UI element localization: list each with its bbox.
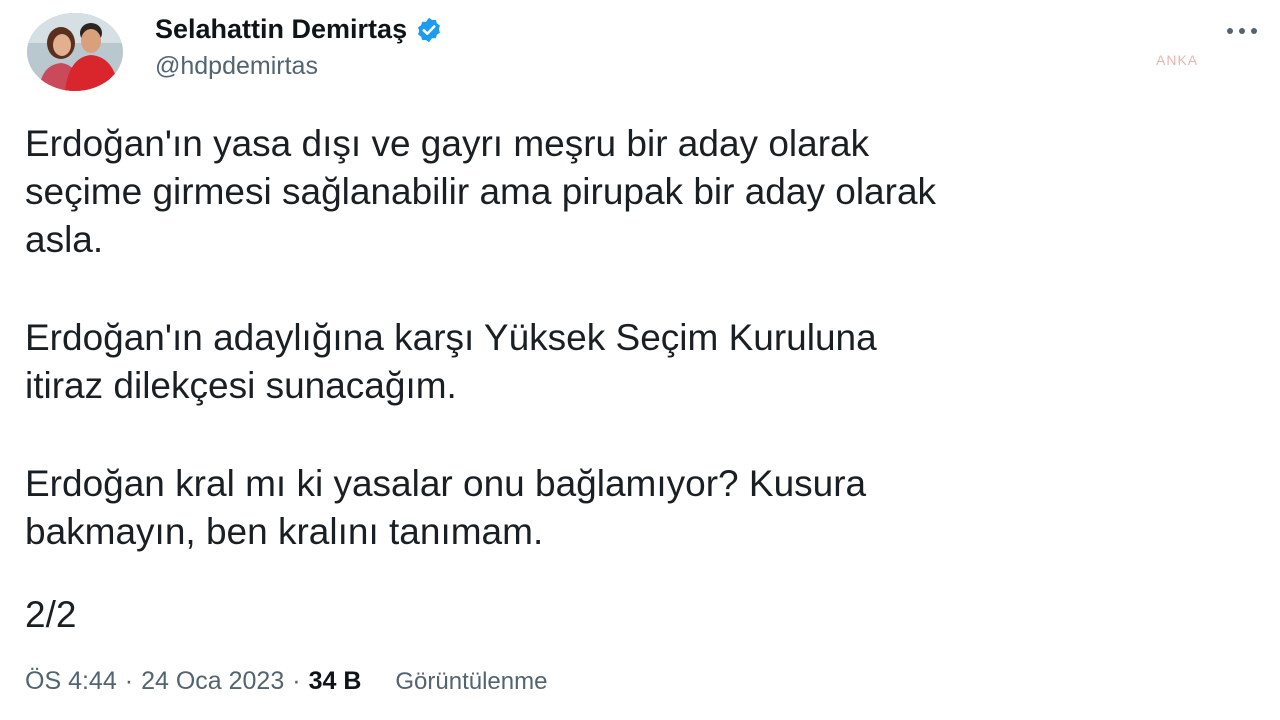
more-options-icon[interactable]: [1222, 16, 1262, 46]
tweet-text: Erdoğan'ın yasa dışı ve gayrı meşru bir …: [25, 120, 1265, 606]
tweet-paragraph: Erdoğan'ın yasa dışı ve gayrı meşru bir …: [25, 123, 937, 260]
avatar[interactable]: [27, 13, 123, 91]
author-handle[interactable]: @hdpdemirtas: [155, 52, 318, 81]
tweet-card: Selahattin Demirtaş @hdpdemirtas ANKA Er…: [0, 0, 1280, 720]
views-count: 34 B: [308, 667, 362, 695]
tweet-paragraph: Erdoğan kral mı ki yasalar onu bağlamıyo…: [25, 463, 867, 552]
meta-separator: ·: [124, 667, 134, 695]
tweet-meta: ÖS 4:44 · 24 Oca 2023 · 34 B Görüntülenm…: [25, 667, 547, 696]
watermark: ANKA: [1156, 52, 1199, 68]
meta-separator: ·: [292, 667, 301, 695]
verified-badge-icon: [415, 16, 443, 44]
tweet-time[interactable]: ÖS 4:44: [25, 667, 117, 696]
thread-position: 2/2: [25, 594, 77, 635]
author-name-row[interactable]: Selahattin Demirtaş: [155, 14, 443, 45]
author-name[interactable]: Selahattin Demirtaş: [155, 14, 407, 45]
views-label: Görüntülenme: [395, 667, 548, 695]
tweet-paragraph: Erdoğan'ın adaylığına karşı Yüksek Seçim…: [25, 317, 877, 406]
tweet-date[interactable]: 24 Oca 2023: [141, 667, 284, 696]
